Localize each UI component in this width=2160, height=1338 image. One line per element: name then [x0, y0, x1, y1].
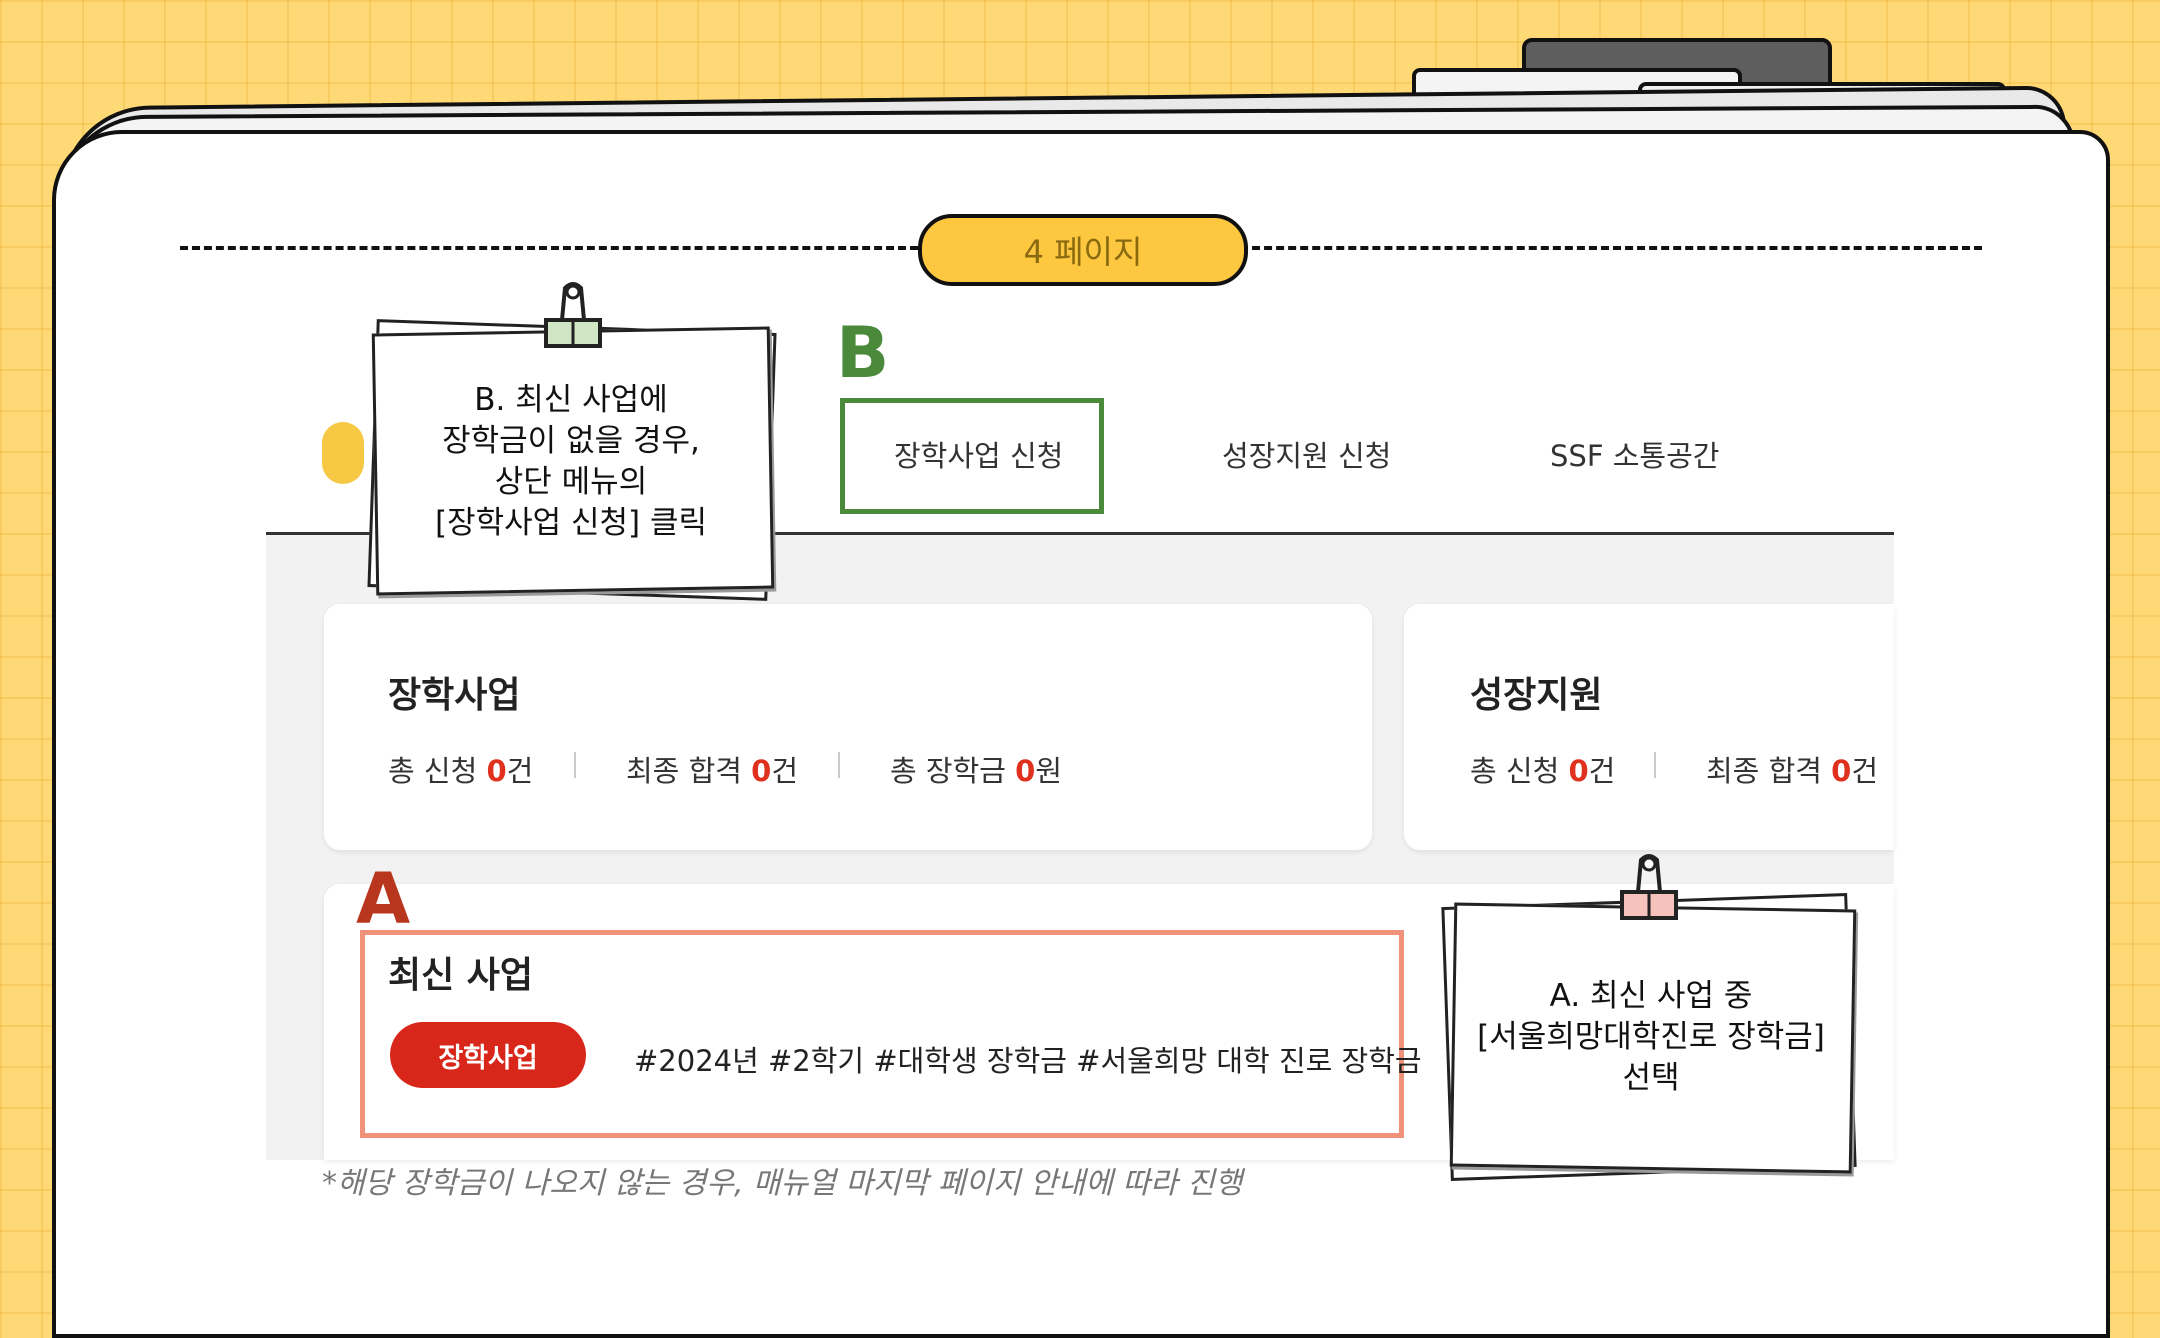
scholarship-card-title: 장학사업 [388, 675, 521, 716]
category-badge-scholarship[interactable]: 장학사업 [390, 1022, 586, 1088]
nav-item-scholarship-apply[interactable]: 장학사업 신청 [894, 433, 1063, 475]
nav-item-ssf-community[interactable]: SSF 소통공간 [1550, 433, 1719, 475]
marker-a: A [356, 858, 411, 940]
site-logo [322, 422, 364, 484]
scholarship-summary-card [324, 604, 1372, 850]
binder-clip-pink-icon [1620, 854, 1678, 920]
latest-business-title: 최신 사업 [388, 955, 534, 996]
stat-separator [1654, 752, 1656, 778]
stat-separator [574, 752, 576, 778]
stat-total-applications: 총 신청 0건 [388, 754, 534, 788]
growth-summary-card [1404, 604, 1894, 850]
marker-b: B [836, 312, 890, 394]
nav-item-growth-apply[interactable]: 성장지원 신청 [1222, 433, 1391, 475]
growth-card-title: 성장지원 [1470, 675, 1603, 716]
page-indicator: 4 페이지 [918, 214, 1248, 286]
stat-total-scholarship: 총 장학금 0원 [890, 754, 1063, 788]
stat-final-passed: 최종 합격 0건 [626, 754, 799, 788]
latest-business-tags[interactable]: #2024년 #2학기 #대학생 장학금 #서울희망 대학 진로 장학금 [634, 1038, 1422, 1080]
growth-stat-final-passed: 최종 합격 0건 [1706, 754, 1879, 788]
stat-separator [838, 752, 840, 778]
binder-clip-green-icon [544, 282, 602, 348]
sticky-note-a-text: A. 최신 사업 중 [서울희망대학진로 장학금] 선택 [1477, 978, 1825, 1096]
sticky-note-b-text: B. 최신 사업에 장학금이 없을 경우, 상단 메뉴의 [장학사업 신청] 클… [434, 382, 708, 541]
growth-stat-total-applications: 총 신청 0건 [1470, 754, 1616, 788]
dashed-divider-right [1240, 246, 1982, 250]
footnote: *해당 장학금이 나오지 않는 경우, 매뉴얼 마지막 페이지 안내에 따라 진… [322, 1166, 1243, 1201]
dashed-divider-left [180, 246, 918, 250]
